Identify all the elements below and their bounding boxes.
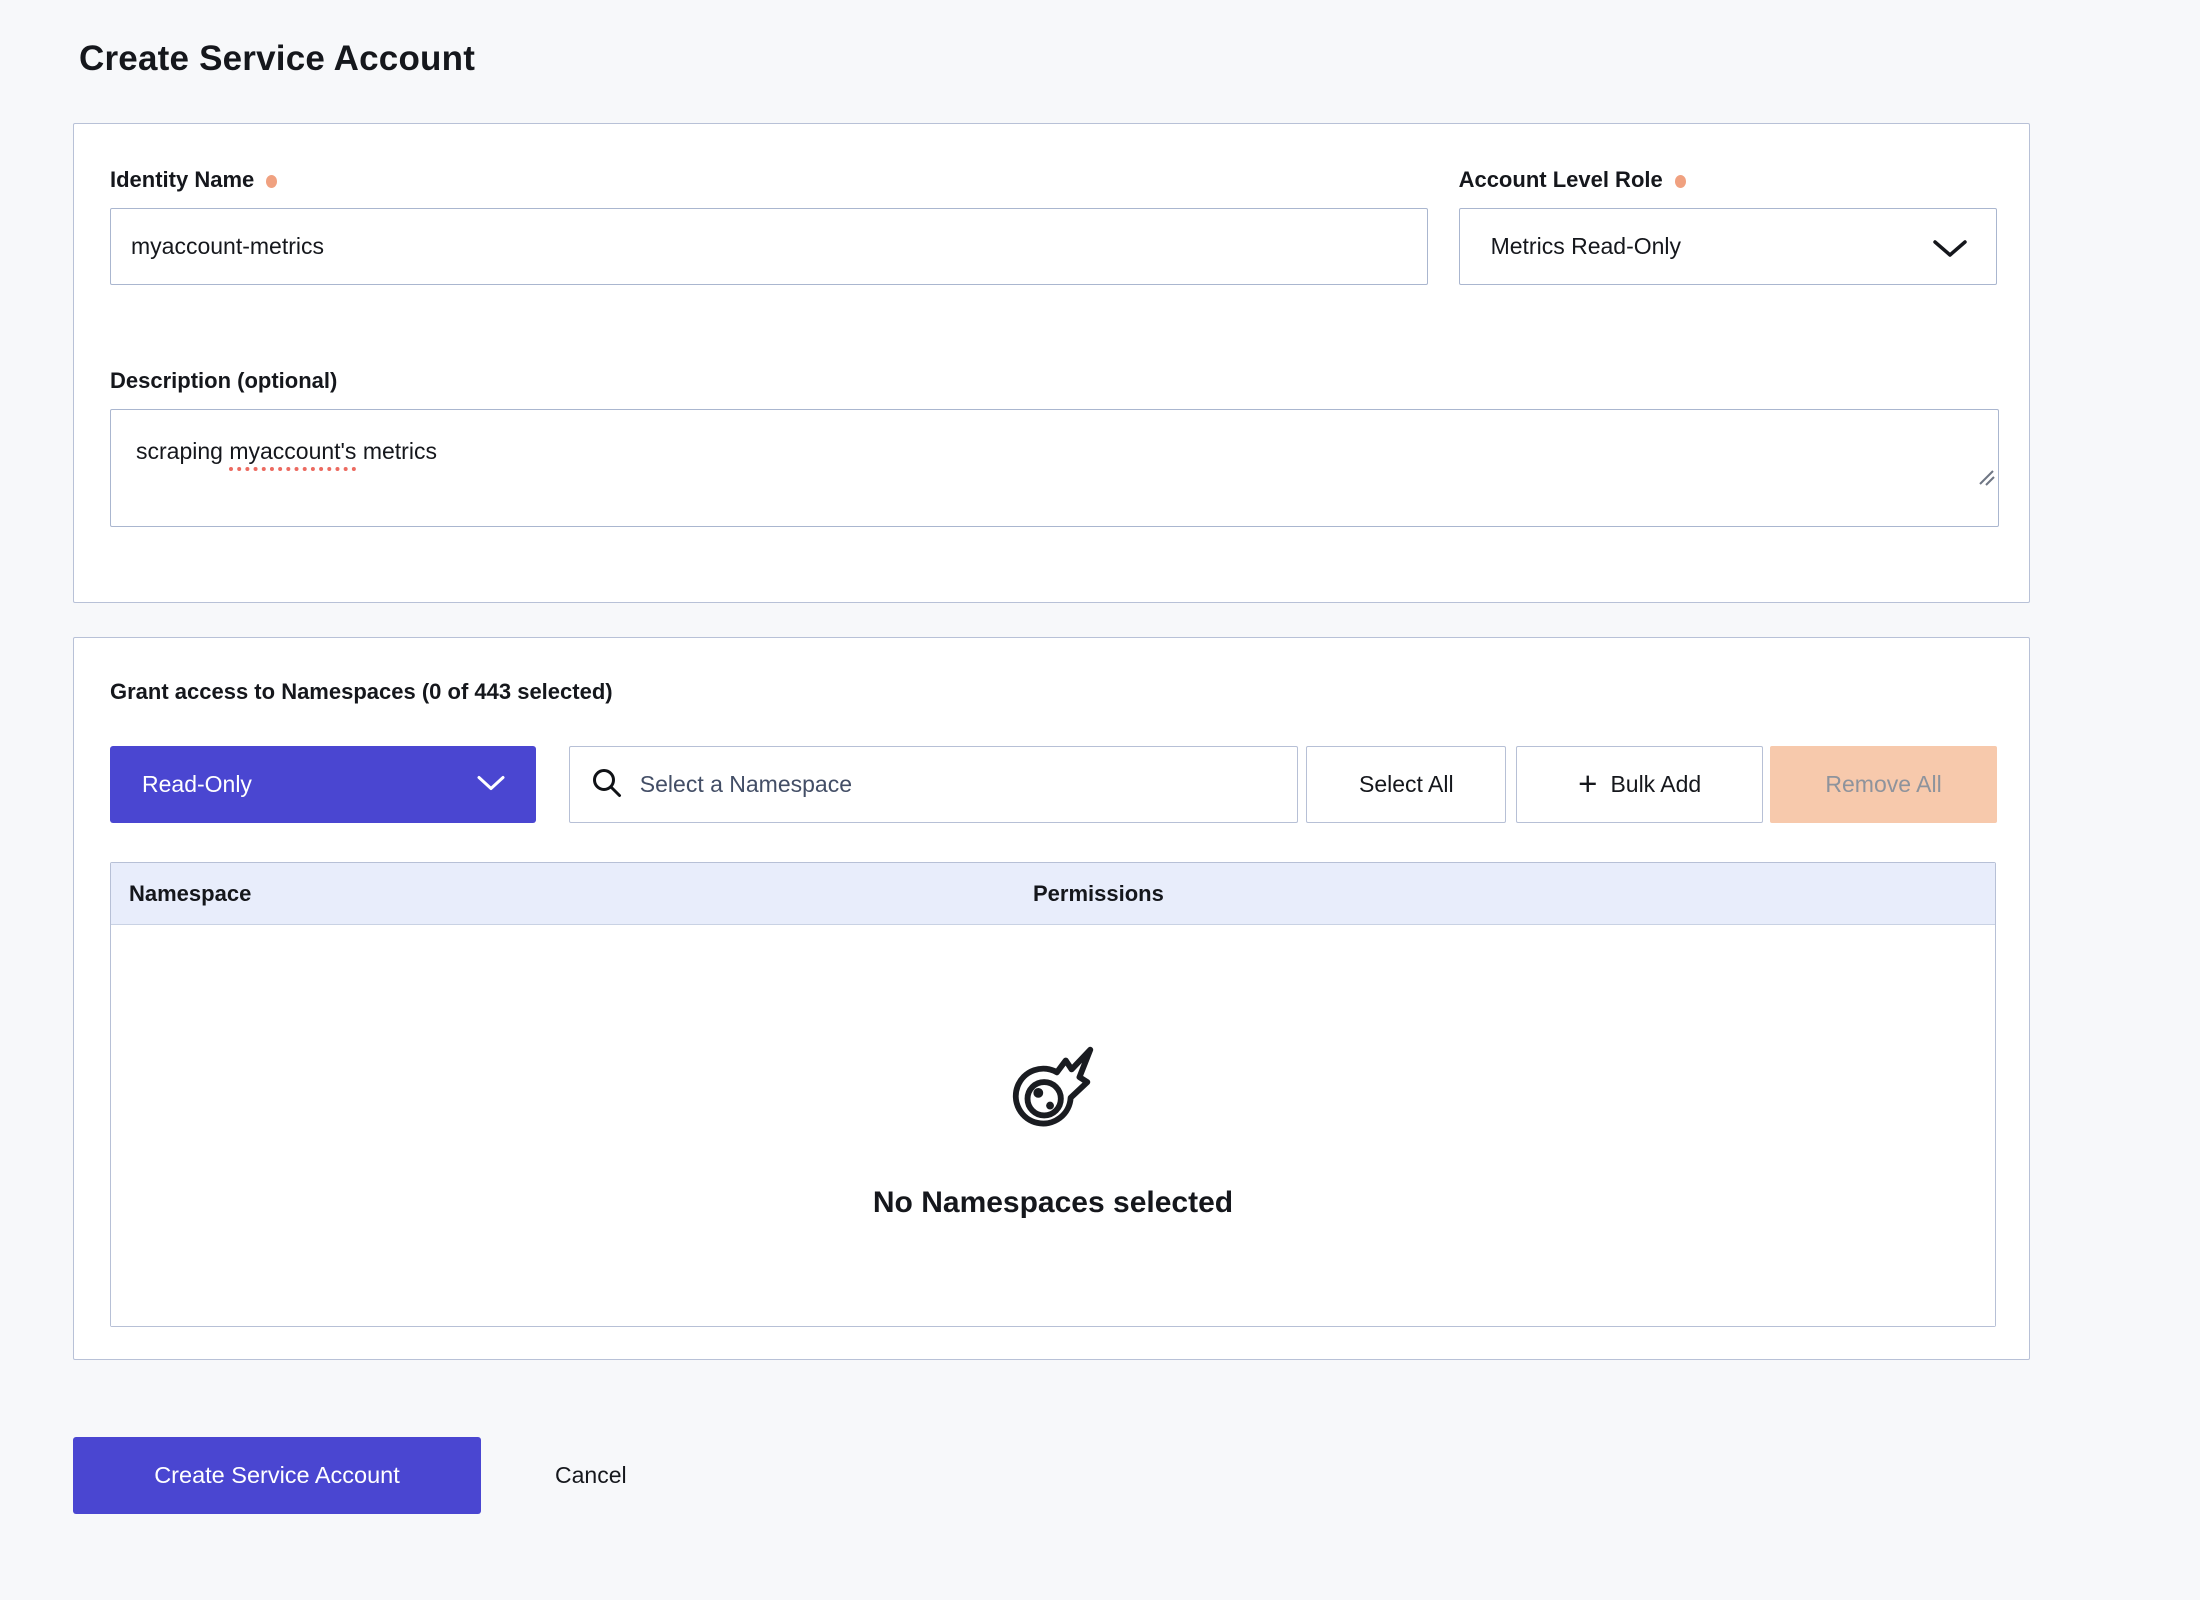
cancel-button[interactable]: Cancel [549,1461,633,1490]
search-icon [591,767,622,803]
account-level-role-label-text: Account Level Role [1459,167,1663,192]
description-field-group: Description (optional) scraping myaccoun… [110,367,1997,527]
description-text: scraping [136,438,229,464]
description-label: Description (optional) [110,367,1997,394]
identity-name-label: Identity Name [110,166,1428,193]
permission-role-dropdown[interactable]: Read-Only [110,746,536,823]
resize-grip-icon[interactable] [1914,433,1995,523]
required-dot-icon [266,175,277,188]
create-service-account-page: Create Service Account Identity Name Acc… [0,0,2200,1600]
identity-name-field-group: Identity Name [110,166,1428,285]
namespaces-controls: Read-Only Select All + Bulk Add Remove A… [110,746,1997,823]
account-level-role-label: Account Level Role [1459,166,1997,193]
empty-state-text: No Namespaces selected [873,1186,1233,1220]
select-all-button[interactable]: Select All [1306,746,1506,823]
plus-icon: + [1578,767,1597,800]
details-top-row: Identity Name Account Level Role Metrics… [110,166,1997,285]
identity-name-input[interactable] [110,208,1428,285]
account-level-role-select[interactable]: Metrics Read-Only [1459,208,1997,285]
column-header-permissions: Permissions [1033,881,1995,907]
bulk-add-button[interactable]: + Bulk Add [1516,746,1763,823]
namespaces-card: Grant access to Namespaces (0 of 443 sel… [73,637,2030,1360]
permission-role-value: Read-Only [142,771,252,798]
required-dot-icon [1675,175,1686,188]
page-title: Create Service Account [0,0,2200,84]
account-level-role-value: Metrics Read-Only [1491,233,1681,260]
form-actions: Create Service Account Cancel [73,1437,2200,1514]
namespaces-heading: Grant access to Namespaces (0 of 443 sel… [110,678,1997,705]
namespace-search-input[interactable] [638,770,1280,799]
namespaces-table-body: No Namespaces selected [111,925,1995,1326]
description-text: metrics [356,438,437,464]
details-card: Identity Name Account Level Role Metrics… [73,123,2030,603]
create-service-account-button[interactable]: Create Service Account [73,1437,481,1514]
column-header-namespace: Namespace [111,881,1033,907]
description-misspelled-word: myaccount's [229,438,356,464]
description-textarea[interactable]: scraping myaccount's metrics [110,409,1999,527]
namespaces-table: Namespace Permissions No Namespaces sele… [110,862,1996,1327]
account-level-role-field-group: Account Level Role Metrics Read-Only [1459,166,1997,285]
namespace-search[interactable] [569,746,1299,823]
namespaces-table-header: Namespace Permissions [111,863,1995,925]
identity-name-label-text: Identity Name [110,167,254,192]
bulk-add-label: Bulk Add [1610,771,1701,798]
chevron-down-icon [1932,238,1968,265]
remove-all-button: Remove All [1770,746,1997,823]
chevron-down-icon [476,771,506,798]
comet-icon [1004,1037,1102,1140]
